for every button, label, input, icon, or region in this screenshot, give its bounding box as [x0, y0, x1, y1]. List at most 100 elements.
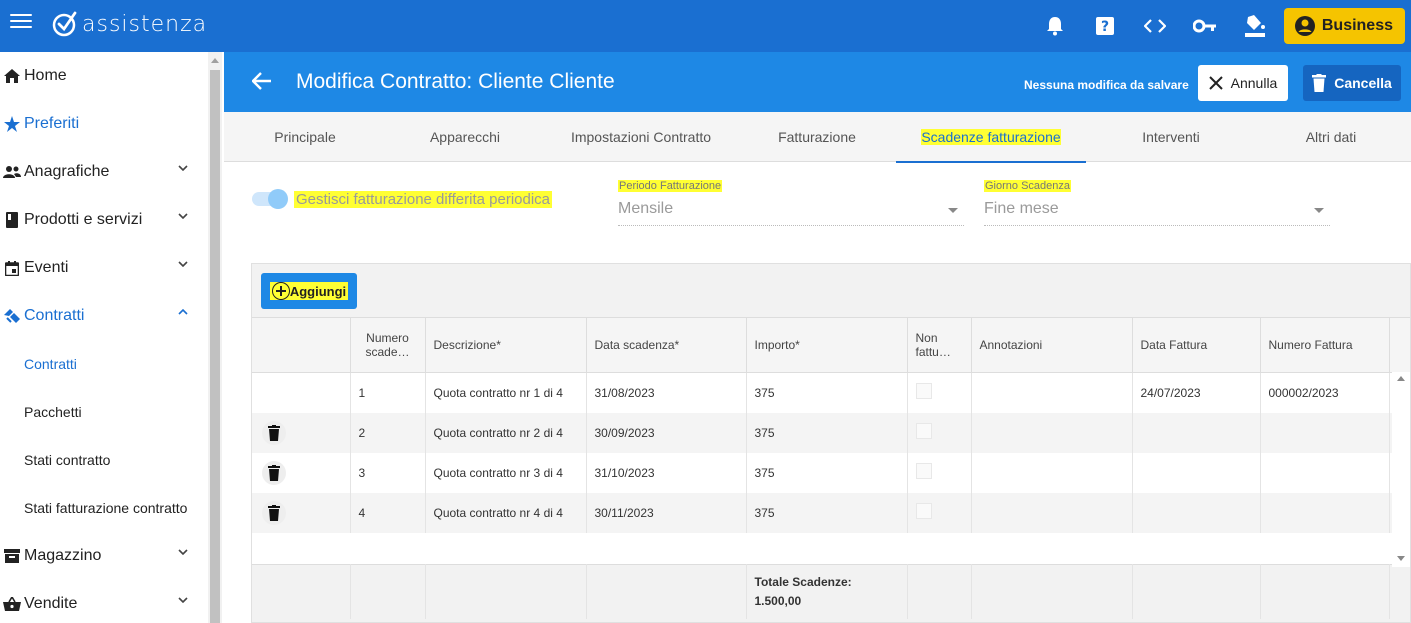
cell-descrizione[interactable]: Quota contratto nr 3 di 4: [425, 452, 587, 493]
non-fatturare-checkbox[interactable]: [915, 423, 932, 439]
table-row[interactable]: 2 Quota contratto nr 2 di 4 30/09/2023 3…: [252, 412, 1410, 453]
sidebar-subitem-pacchetti[interactable]: Pacchetti: [0, 388, 208, 436]
chevron-up-icon: [178, 309, 188, 315]
sidebar-scrollbar[interactable]: [208, 52, 222, 623]
tab-scadenze-fatturazione[interactable]: Scadenze fatturazione: [896, 112, 1086, 163]
footer-cell: [971, 564, 1133, 619]
tab-altri-dati[interactable]: Altri dati: [1256, 112, 1406, 162]
fatturazione-differita-toggle[interactable]: [252, 189, 288, 209]
app-logo[interactable]: assistenza: [52, 10, 207, 38]
delete-row-button[interactable]: [262, 500, 286, 525]
tab-interventi[interactable]: Interventi: [1086, 112, 1256, 162]
non-fatturare-checkbox[interactable]: [915, 503, 932, 519]
cell-data-fattura[interactable]: [1132, 412, 1261, 453]
cell-numero[interactable]: 4: [350, 492, 426, 533]
business-button[interactable]: Business: [1283, 8, 1405, 44]
business-label: Business: [1321, 17, 1393, 34]
toggle-knob: [268, 189, 288, 209]
cell-numero-fattura[interactable]: [1260, 452, 1390, 493]
menu-icon[interactable]: [10, 14, 32, 32]
cell-importo[interactable]: 375: [746, 492, 908, 533]
logo-check-icon: [52, 11, 77, 37]
cell-annotazioni[interactable]: [971, 412, 1133, 453]
back-arrow-icon[interactable]: [252, 72, 272, 90]
cell-annotazioni[interactable]: [971, 452, 1133, 493]
cancella-button[interactable]: Cancella: [1303, 65, 1401, 101]
col-header-numero[interactable]: Numero scade…: [350, 317, 426, 373]
cell-importo[interactable]: 375: [746, 452, 908, 493]
code-icon[interactable]: [1130, 0, 1180, 52]
scrollbar-thumb[interactable]: [210, 70, 220, 623]
paint-bucket-icon[interactable]: [1230, 0, 1280, 52]
delete-row-button[interactable]: [262, 460, 286, 485]
sidebar-item-label: Eventi: [24, 259, 69, 276]
sidebar-item-preferiti[interactable]: Preferiti: [0, 100, 208, 148]
cell-data-fattura[interactable]: 24/07/2023: [1132, 372, 1261, 413]
periodo-label: Periodo Fatturazione: [618, 180, 723, 192]
cell-data-scadenza[interactable]: 31/10/2023: [586, 452, 747, 493]
sidebar-subitem-label: Contratti: [24, 356, 77, 372]
delete-row-button[interactable]: [262, 420, 286, 445]
key-icon[interactable]: [1180, 0, 1230, 52]
sidebar-item-prodotti[interactable]: Prodotti e servizi: [0, 196, 208, 244]
cell-annotazioni[interactable]: [971, 372, 1133, 413]
aggiungi-highlight: Aggiungi: [269, 282, 349, 300]
cell-numero-fattura[interactable]: [1260, 492, 1390, 533]
cell-numero-fattura[interactable]: [1260, 412, 1390, 453]
cell-descrizione[interactable]: Quota contratto nr 2 di 4: [425, 412, 587, 453]
col-header-numero-fattura[interactable]: Numero Fattura: [1260, 317, 1390, 373]
col-header-importo[interactable]: Importo*: [746, 317, 908, 373]
bell-icon[interactable]: [1030, 0, 1080, 52]
tab-impostazioni-contratto[interactable]: Impostazioni Contratto: [544, 112, 738, 162]
cell-numero[interactable]: 3: [350, 452, 426, 493]
col-header-data-fattura[interactable]: Data Fattura: [1132, 317, 1261, 373]
cell-data-scadenza[interactable]: 31/08/2023: [586, 372, 747, 413]
tab-principale[interactable]: Principale: [224, 112, 386, 162]
sidebar-item-anagrafiche[interactable]: Anagrafiche: [0, 148, 208, 196]
annulla-button[interactable]: Annulla: [1198, 65, 1288, 101]
sidebar-subitem-stati-contratto[interactable]: Stati contratto: [0, 436, 208, 484]
non-fatturare-checkbox[interactable]: [915, 383, 932, 400]
scroll-down-arrow-icon[interactable]: [1397, 556, 1405, 561]
scroll-up-arrow-icon[interactable]: [1397, 376, 1405, 381]
sidebar-item-magazzino[interactable]: Magazzino: [0, 532, 208, 580]
col-header-descrizione[interactable]: Descrizione*: [425, 317, 587, 373]
non-fatturare-checkbox[interactable]: [915, 463, 932, 479]
col-header-non-fatturare[interactable]: Non fattu…: [907, 317, 972, 373]
periodo-fatturazione-select[interactable]: Periodo Fatturazione Mensile: [618, 180, 964, 226]
cell-data-fattura[interactable]: [1132, 492, 1261, 533]
tab-fatturazione[interactable]: Fatturazione: [738, 112, 896, 162]
table-row[interactable]: 3 Quota contratto nr 3 di 4 31/10/2023 3…: [252, 452, 1410, 493]
cell-importo[interactable]: 375: [746, 412, 908, 453]
grid-scrollbar[interactable]: [1392, 372, 1410, 567]
help-icon[interactable]: ?: [1080, 0, 1130, 52]
cell-descrizione[interactable]: Quota contratto nr 4 di 4: [425, 492, 587, 533]
cell-data-fattura[interactable]: [1132, 452, 1261, 493]
cell-annotazioni[interactable]: [971, 492, 1133, 533]
table-row[interactable]: 4 Quota contratto nr 4 di 4 30/11/2023 3…: [252, 492, 1410, 533]
sidebar-subitem-contratti[interactable]: Contratti: [0, 340, 208, 388]
sidebar-item-eventi[interactable]: Eventi: [0, 244, 208, 292]
tab-label: Altri dati: [1305, 129, 1357, 145]
col-header-spacer: [1389, 317, 1410, 373]
tab-apparecchi[interactable]: Apparecchi: [386, 112, 544, 162]
sidebar-item-contratti[interactable]: Contratti: [0, 292, 208, 340]
page-header: Modifica Contratto: Cliente Cliente Ness…: [224, 52, 1411, 112]
sidebar-item-vendite[interactable]: Vendite: [0, 580, 208, 623]
cell-numero-fattura[interactable]: 000002/2023: [1260, 372, 1390, 413]
sidebar-subitem-stati-fatturazione[interactable]: Stati fatturazione contratto: [0, 484, 208, 532]
cell-numero[interactable]: 2: [350, 412, 426, 453]
scroll-up-arrow-icon[interactable]: [211, 58, 219, 63]
cell-importo[interactable]: 375: [746, 372, 908, 413]
toggle-label: Gestisci fatturazione differita periodic…: [294, 191, 553, 208]
sidebar-item-home[interactable]: Home: [0, 52, 208, 100]
giorno-scadenza-select[interactable]: Giorno Scadenza Fine mese: [984, 180, 1330, 226]
col-header-annotazioni[interactable]: Annotazioni: [971, 317, 1133, 373]
col-header-data-scadenza[interactable]: Data scadenza*: [586, 317, 747, 373]
cell-data-scadenza[interactable]: 30/11/2023: [586, 492, 747, 533]
cell-descrizione[interactable]: Quota contratto nr 1 di 4: [425, 372, 587, 413]
cell-data-scadenza[interactable]: 30/09/2023: [586, 412, 747, 453]
aggiungi-button[interactable]: Aggiungi: [261, 273, 357, 309]
cell-numero[interactable]: 1: [350, 372, 426, 413]
table-row[interactable]: 1 Quota contratto nr 1 di 4 31/08/2023 3…: [252, 372, 1410, 413]
